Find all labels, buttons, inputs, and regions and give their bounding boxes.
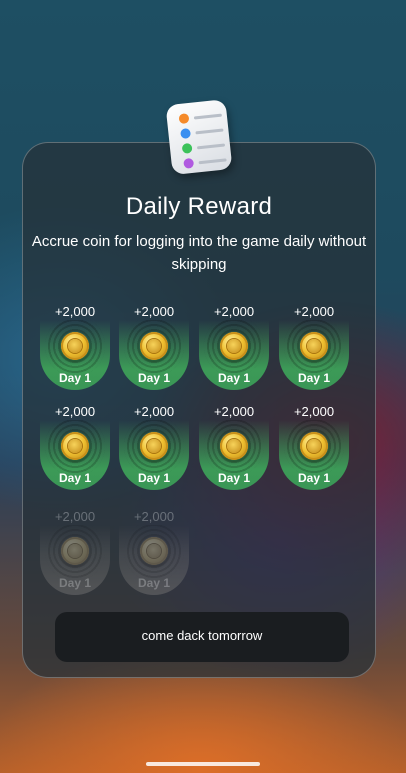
coin-icon bbox=[140, 537, 168, 565]
reward-amount: +2,000 bbox=[133, 509, 175, 524]
coin-icon bbox=[61, 537, 89, 565]
page-title: Daily Reward bbox=[125, 193, 273, 220]
notepad-icon bbox=[161, 95, 239, 180]
reward-day-3[interactable]: +2,000 Day 1 bbox=[199, 304, 269, 390]
reward-amount: +2,000 bbox=[133, 404, 175, 419]
reward-day-9-locked: +2,000 Day 1 bbox=[40, 509, 110, 595]
reward-day-4[interactable]: +2,000 Day 1 bbox=[279, 304, 349, 390]
reward-day-label: Day 1 bbox=[58, 371, 92, 385]
reward-day-2[interactable]: +2,000 Day 1 bbox=[119, 304, 189, 390]
coin-icon bbox=[61, 432, 89, 460]
reward-day-1[interactable]: +2,000 Day 1 bbox=[40, 304, 110, 390]
reward-day-label: Day 1 bbox=[137, 471, 171, 485]
coin-icon bbox=[140, 332, 168, 360]
coin-icon bbox=[140, 432, 168, 460]
page-subtitle: Accrue coin for logging into the game da… bbox=[31, 233, 367, 273]
reward-day-5[interactable]: +2,000 Day 1 bbox=[40, 404, 110, 490]
reward-day-label: Day 1 bbox=[297, 471, 331, 485]
coin-icon bbox=[300, 332, 328, 360]
reward-day-label: Day 1 bbox=[137, 371, 171, 385]
reward-day-label: Day 1 bbox=[137, 576, 171, 590]
reward-day-8[interactable]: +2,000 Day 1 bbox=[279, 404, 349, 490]
reward-day-6[interactable]: +2,000 Day 1 bbox=[119, 404, 189, 490]
reward-day-label: Day 1 bbox=[217, 471, 251, 485]
coin-icon bbox=[220, 332, 248, 360]
reward-amount: +2,000 bbox=[54, 304, 96, 319]
reward-amount: +2,000 bbox=[213, 404, 255, 419]
reward-amount: +2,000 bbox=[133, 304, 175, 319]
reward-day-7[interactable]: +2,000 Day 1 bbox=[199, 404, 269, 490]
coin-icon bbox=[300, 432, 328, 460]
reward-day-10-locked: +2,000 Day 1 bbox=[119, 509, 189, 595]
reward-amount: +2,000 bbox=[54, 404, 96, 419]
coin-icon bbox=[220, 432, 248, 460]
home-indicator[interactable] bbox=[146, 762, 260, 766]
reward-day-label: Day 1 bbox=[58, 576, 92, 590]
reward-amount: +2,000 bbox=[293, 404, 335, 419]
reward-day-label: Day 1 bbox=[297, 371, 331, 385]
reward-day-label: Day 1 bbox=[217, 371, 251, 385]
reward-amount: +2,000 bbox=[293, 304, 335, 319]
come-back-tomorrow-button[interactable]: come dack tomorrow bbox=[55, 612, 349, 662]
coin-icon bbox=[61, 332, 89, 360]
reward-day-label: Day 1 bbox=[58, 471, 92, 485]
reward-amount: +2,000 bbox=[54, 509, 96, 524]
reward-amount: +2,000 bbox=[213, 304, 255, 319]
